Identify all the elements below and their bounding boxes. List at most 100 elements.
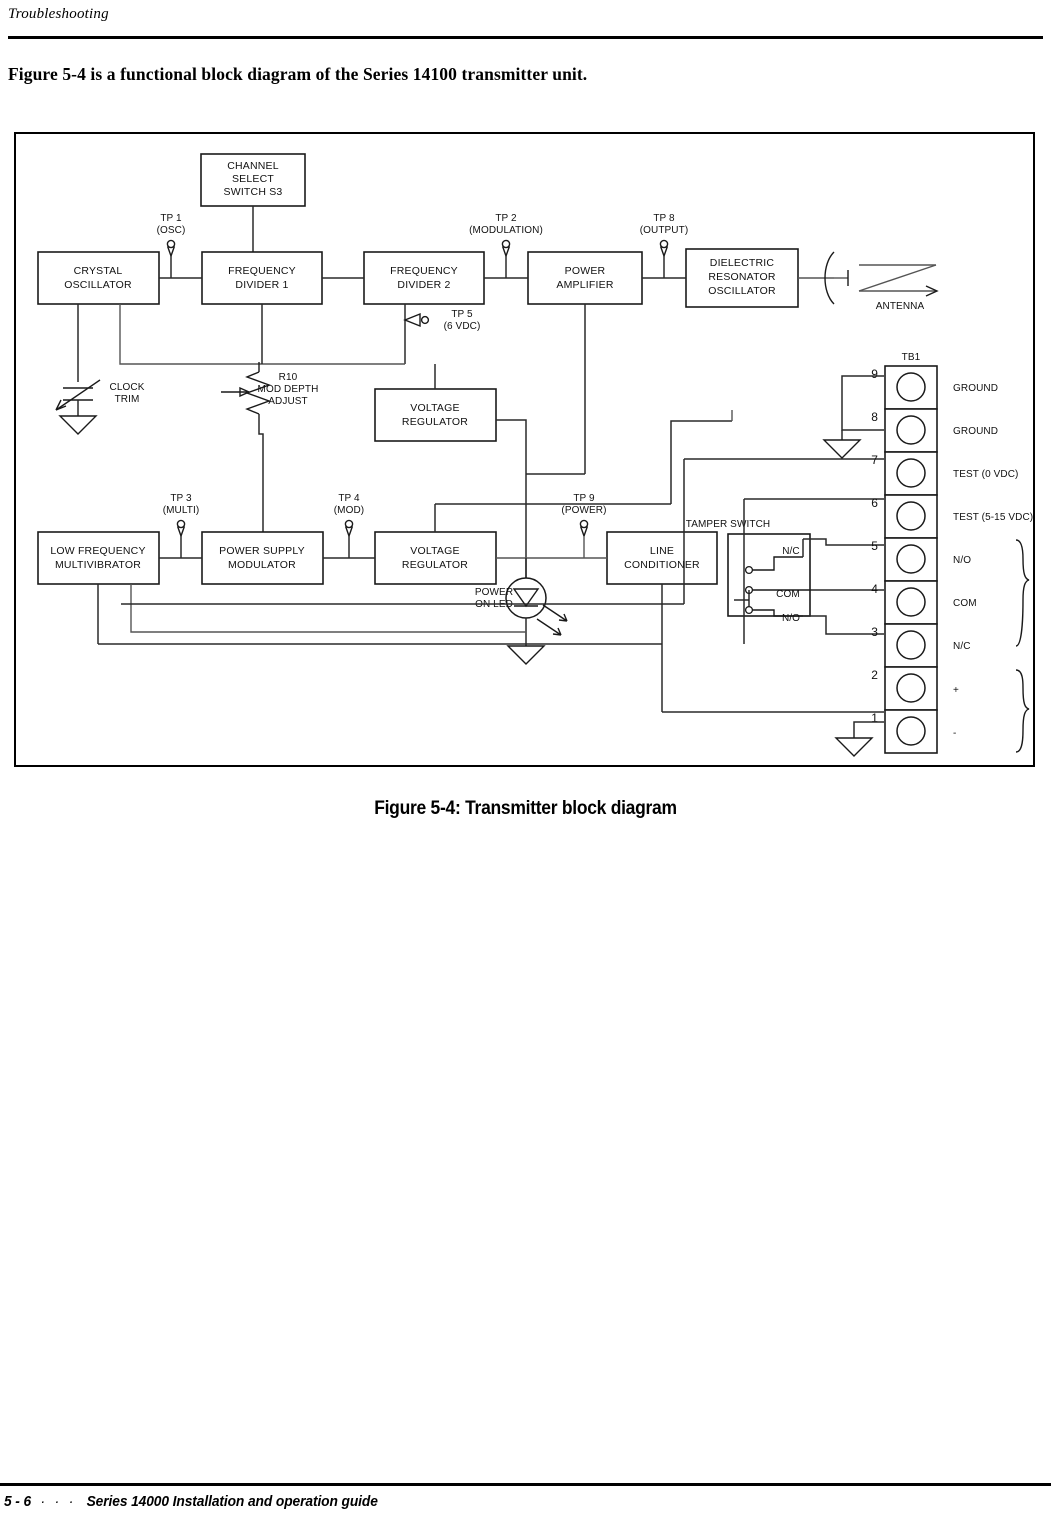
tamper-no-terminal-icon [744, 605, 754, 615]
block-channel-select-switch: CHANNEL SELECT SWITCH S3 [200, 153, 306, 207]
terminal-7-screw-icon [896, 458, 926, 488]
terminal-3-screw-icon [896, 630, 926, 660]
power-on-led-line1: POWER [475, 587, 513, 598]
tp8-line2: (OUTPUT) [640, 225, 689, 236]
lf-multivibrator-line2: MULTIVIBRATOR [55, 559, 141, 571]
tb1-group-power: POWER 12 VDC [1015, 669, 1030, 753]
page-header: Troubleshooting [8, 4, 1043, 24]
tp2-line2: (MODULATION) [469, 225, 543, 236]
footer-guide-title: Series 14000 Installation and operation … [86, 1494, 378, 1510]
tp4-probe-icon [344, 519, 354, 529]
tp9-probe-icon [579, 519, 589, 529]
tp2-line1: TP 2 [495, 213, 517, 224]
terminal-8-number: 8 [871, 410, 878, 424]
tp1-line1: TP 1 [160, 213, 182, 224]
tb1-terminal-5[interactable]: 5 N/O [871, 537, 971, 582]
tb1-terminal-4[interactable]: 4 COM [871, 580, 977, 625]
transmitter-block-diagram: .blk{fill:#fff;stroke:#1a1a1a;stroke-wid… [37, 153, 1033, 757]
figure-caption: Figure 5-4: Transmitter block diagram [374, 798, 677, 819]
r10-line3: ADJUST [268, 396, 308, 407]
dro-line2: RESONATOR [708, 271, 776, 283]
tp5-probe-icon [420, 315, 430, 325]
tb1-terminal-3[interactable]: 3 N/C [871, 623, 970, 668]
block-voltage-regulator-top: VOLTAGE REGULATOR [374, 388, 497, 442]
tb1-title: TB1 [902, 352, 921, 363]
tb1-group-tamper: TAMPER [1015, 539, 1030, 647]
block-frequency-divider-2: FREQUENCY DIVIDER 2 [363, 251, 485, 305]
terminal-6-label: TEST (5-15 VDC) [953, 512, 1033, 523]
tamper-nc-label: N/C [782, 546, 800, 557]
terminal-9-screw-icon [896, 372, 926, 402]
terminal-1-label: - [953, 728, 956, 739]
tp9-line2: (POWER) [561, 505, 606, 516]
crystal-oscillator-line2: OSCILLATOR [64, 279, 132, 291]
lf-multivibrator-line1: LOW FREQUENCY [50, 545, 145, 557]
terminal-2-screw-icon [896, 673, 926, 703]
tb1-terminal-9[interactable]: 9 GROUND [871, 365, 998, 410]
header-rule [8, 36, 1043, 39]
frequency-divider-1-line1: FREQUENCY [228, 265, 296, 277]
terminal-1-screw-icon [896, 716, 926, 746]
power-supply-modulator-line2: MODULATOR [228, 559, 296, 571]
frequency-divider-2-line1: FREQUENCY [390, 265, 458, 277]
terminal-6-number: 6 [871, 496, 878, 510]
test-point-tp3: TP 3 (MULTI) [163, 493, 199, 558]
tb1-terminal-7[interactable]: 7 TEST (0 VDC) [871, 451, 1018, 496]
tp3-probe-icon [176, 519, 186, 529]
block-crystal-oscillator: CRYSTAL OSCILLATOR [37, 251, 160, 305]
tp1-line2: (OSC) [157, 225, 186, 236]
terminal-7-number: 7 [871, 453, 878, 467]
terminal-1-number: 1 [871, 711, 878, 725]
tp3-line1: TP 3 [170, 493, 192, 504]
footer-page-number: 5 - 6 [4, 1494, 32, 1510]
tb1-terminal-6[interactable]: 6 TEST (5-15 VDC) [871, 494, 1033, 539]
block-frequency-divider-1: FREQUENCY DIVIDER 1 [201, 251, 323, 305]
line-conditioner-line2: CONDITIONER [624, 559, 700, 571]
tp4-line2: (MOD) [334, 505, 365, 516]
terminal-5-label: N/O [953, 555, 971, 566]
terminal-4-number: 4 [871, 582, 878, 596]
tp8-probe-icon [659, 239, 669, 249]
terminal-9-label: GROUND [953, 383, 998, 394]
terminal-3-number: 3 [871, 625, 878, 639]
clock-trim-line2: TRIM [115, 394, 140, 405]
figure-frame: .blk{fill:#fff;stroke:#1a1a1a;stroke-wid… [14, 132, 1035, 767]
channel-select-line2: SELECT [232, 173, 274, 185]
tb1-terminal-8[interactable]: 8 GROUND [871, 408, 998, 453]
intro-paragraph: Figure 5-4 is a functional block diagram… [8, 64, 588, 84]
tamper-switch-title: TAMPER SWITCH [686, 519, 770, 530]
test-point-tp4: TP 4 (MOD) [334, 493, 365, 558]
power-supply-modulator-line1: POWER SUPPLY [219, 545, 305, 557]
block-low-frequency-multivibrator: LOW FREQUENCY MULTIVIBRATOR [37, 531, 160, 585]
channel-select-line1: CHANNEL [227, 160, 279, 172]
tp5-line2: (6 VDC) [444, 321, 481, 332]
crystal-oscillator-line1: CRYSTAL [74, 265, 123, 277]
terminal-5-screw-icon [896, 544, 926, 574]
tp8-line1: TP 8 [653, 213, 675, 224]
tp2-probe-icon [501, 239, 511, 249]
tp4-line1: TP 4 [338, 493, 360, 504]
terminal-7-label: TEST (0 VDC) [953, 469, 1018, 480]
terminal-6-screw-icon [896, 501, 926, 531]
terminal-2-number: 2 [871, 668, 878, 682]
power-amplifier-line2: AMPLIFIER [556, 279, 613, 291]
tp9-line1: TP 9 [573, 493, 595, 504]
tp5-line1: TP 5 [451, 309, 473, 320]
dro-line1: DIELECTRIC [710, 257, 775, 269]
voltage-regulator-bottom-line1: VOLTAGE [410, 545, 459, 557]
tamper-no-label: N/O [782, 613, 800, 624]
terminal-9-number: 9 [871, 367, 878, 381]
footer-rule [0, 1483, 1051, 1486]
terminal-2-label: + [953, 685, 959, 696]
tb1-terminal-2[interactable]: 2 + [871, 666, 959, 711]
terminal-4-label: COM [953, 598, 977, 609]
tb1-terminal-1[interactable]: 1 - [871, 709, 956, 754]
clock-trim-line1: CLOCK [110, 382, 145, 393]
block-voltage-regulator-bottom: VOLTAGE REGULATOR [374, 531, 497, 585]
block-dielectric-resonator-oscillator: DIELECTRIC RESONATOR OSCILLATOR [685, 248, 799, 308]
test-point-tp8: TP 8 (OUTPUT) [640, 213, 689, 278]
antenna-label: ANTENNA [876, 301, 925, 312]
dro-line3: OSCILLATOR [708, 285, 776, 297]
channel-select-line3: SWITCH S3 [224, 186, 283, 198]
line-conditioner-line1: LINE [650, 545, 674, 557]
